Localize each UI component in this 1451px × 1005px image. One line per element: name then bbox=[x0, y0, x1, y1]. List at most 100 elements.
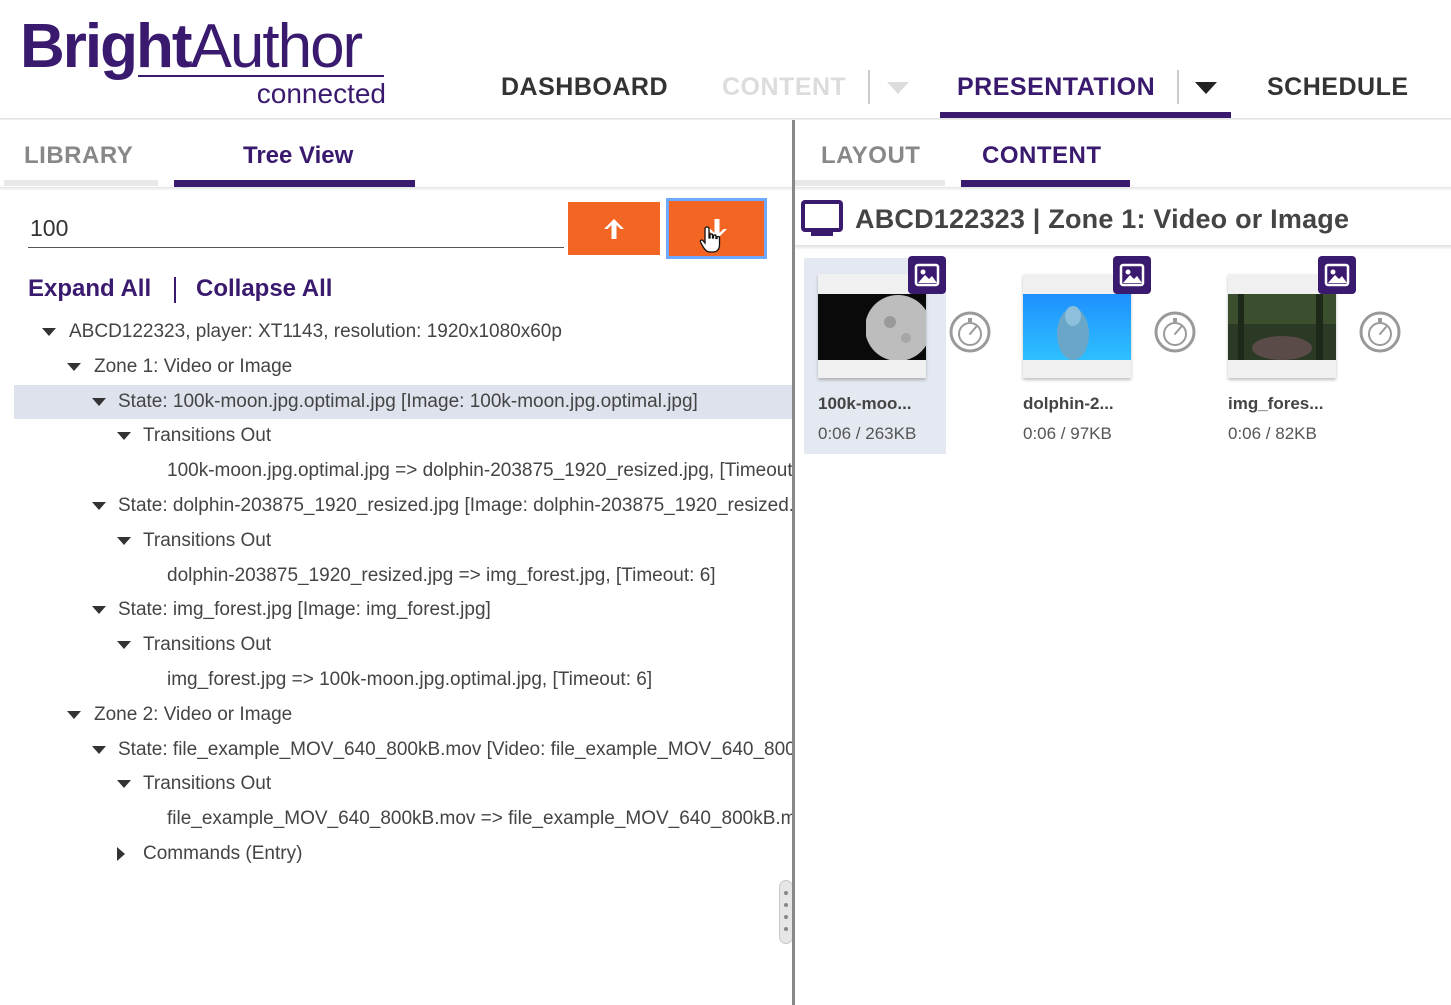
timer-icon[interactable] bbox=[1358, 310, 1402, 354]
tree-node[interactable]: Commands (Entry) bbox=[14, 837, 792, 871]
tree-node-label: dolphin-203875_1920_resized.jpg => img_f… bbox=[167, 565, 716, 586]
hand-cursor-icon bbox=[699, 226, 721, 253]
card-name: 100k-moo... bbox=[818, 394, 912, 413]
tree-node[interactable]: State: dolphin-203875_1920_resized.jpg [… bbox=[14, 489, 792, 523]
collapse-all-link[interactable]: Collapse All bbox=[196, 274, 332, 304]
nav-presentation-chevron-down-icon[interactable] bbox=[1195, 82, 1217, 94]
image-type-icon bbox=[1113, 256, 1151, 294]
caret-down-icon[interactable] bbox=[67, 711, 81, 719]
caret-down-icon[interactable] bbox=[117, 641, 131, 649]
nav-schedule[interactable]: SCHEDULE bbox=[1267, 70, 1409, 104]
tab-layout-underline bbox=[795, 180, 945, 186]
logo-subtitle: connected bbox=[256, 78, 386, 109]
link-divider bbox=[174, 277, 176, 303]
tab-content[interactable]: CONTENT bbox=[982, 141, 1102, 171]
caret-right-icon[interactable] bbox=[117, 847, 125, 861]
arrow-up-icon bbox=[604, 218, 624, 239]
tree-node[interactable]: Zone 2: Video or Image bbox=[14, 698, 792, 732]
zone-title: ABCD122323 | Zone 1: Video or Image bbox=[855, 204, 1350, 234]
tree-node-label: Transitions Out bbox=[143, 773, 272, 794]
card-name: dolphin-2... bbox=[1023, 394, 1114, 413]
nav-divider bbox=[1177, 70, 1179, 104]
tree-node[interactable]: Transitions Out bbox=[14, 767, 792, 801]
tab-content-underline bbox=[961, 180, 1130, 187]
content-card[interactable]: 100k-moo... 0:06 / 263KB bbox=[804, 256, 946, 454]
caret-down-icon[interactable] bbox=[92, 502, 106, 510]
card-meta: 0:06 / 82KB bbox=[1228, 424, 1317, 443]
logo-rule bbox=[138, 75, 384, 77]
thumbnail-image bbox=[1023, 294, 1131, 360]
tree-node-label: State: dolphin-203875_1920_resized.jpg [… bbox=[118, 495, 792, 516]
tree-node-label: 100k-moon.jpg.optimal.jpg => dolphin-203… bbox=[167, 460, 792, 481]
tabbar-shadow bbox=[0, 187, 792, 191]
logo-bright: Bright bbox=[20, 12, 193, 81]
monitor-icon bbox=[801, 200, 843, 236]
logo-author: Author bbox=[190, 12, 364, 81]
tree-node-label: Zone 2: Video or Image bbox=[94, 704, 293, 725]
zone-header: ABCD122323 | Zone 1: Video or Image bbox=[795, 193, 1451, 245]
thumbnail-image bbox=[818, 294, 931, 361]
tab-library[interactable]: LIBRARY bbox=[24, 141, 133, 171]
nav-presentation[interactable]: PRESENTATION bbox=[957, 70, 1155, 104]
caret-down-icon[interactable] bbox=[67, 363, 81, 371]
tree-node[interactable]: Transitions Out bbox=[14, 524, 792, 558]
tree-node-label: State: img_forest.jpg [Image: img_forest… bbox=[118, 599, 491, 620]
caret-down-icon[interactable] bbox=[117, 432, 131, 440]
caret-down-icon[interactable] bbox=[117, 537, 131, 545]
logo-wordmark: BrightAuthor bbox=[20, 12, 364, 81]
tree-node-label: State: file_example_MOV_640_800kB.mov [V… bbox=[118, 739, 792, 760]
tree-node[interactable]: img_forest.jpg => 100k-moon.jpg.optimal.… bbox=[14, 663, 792, 697]
thumbnail-image bbox=[1228, 294, 1336, 360]
nav-divider bbox=[868, 70, 870, 104]
tree-node[interactable]: dolphin-203875_1920_resized.jpg => img_f… bbox=[14, 559, 792, 593]
content-card[interactable]: dolphin-2... 0:06 / 97KB bbox=[1009, 256, 1151, 454]
tab-layout[interactable]: LAYOUT bbox=[821, 141, 920, 171]
tree-node-label: Transitions Out bbox=[143, 634, 272, 655]
image-type-icon bbox=[908, 256, 946, 294]
tree-node-label: State: 100k-moon.jpg.optimal.jpg [Image:… bbox=[118, 391, 698, 412]
zone-header-shadow bbox=[795, 245, 1451, 250]
move-down-button[interactable] bbox=[666, 198, 767, 259]
caret-down-icon[interactable] bbox=[42, 328, 56, 336]
tree-node-label: ABCD122323, player: XT1143, resolution: … bbox=[69, 321, 562, 342]
nav-content: CONTENT bbox=[722, 73, 847, 101]
brightauthor-logo[interactable]: BrightAuthor connected bbox=[20, 14, 390, 114]
tab-tree-view-underline bbox=[174, 180, 415, 187]
nav-dashboard[interactable]: DASHBOARD bbox=[501, 70, 668, 104]
tree-node[interactable]: Transitions Out bbox=[14, 628, 792, 662]
tree-node[interactable]: ABCD122323, player: XT1143, resolution: … bbox=[14, 315, 792, 349]
tree-node-label: Zone 1: Video or Image bbox=[94, 356, 293, 377]
expand-all-link[interactable]: Expand All bbox=[28, 274, 151, 304]
caret-down-icon[interactable] bbox=[92, 746, 106, 754]
card-meta: 0:06 / 97KB bbox=[1023, 424, 1112, 443]
tree-node-label: img_forest.jpg => 100k-moon.jpg.optimal.… bbox=[167, 669, 653, 690]
image-type-icon bbox=[1318, 256, 1356, 294]
timer-icon[interactable] bbox=[948, 310, 992, 354]
tree-node-label: Transitions Out bbox=[143, 425, 272, 446]
tree-node-label: file_example_MOV_640_800kB.mov => file_e… bbox=[167, 808, 792, 829]
tree-node-label: Transitions Out bbox=[143, 530, 272, 551]
search-input[interactable] bbox=[28, 210, 564, 248]
content-card[interactable]: img_fores... 0:06 / 82KB bbox=[1214, 256, 1356, 454]
left-panel: LIBRARY Tree View Expand All Collapse Al… bbox=[0, 120, 793, 1005]
timer-icon[interactable] bbox=[1153, 310, 1197, 354]
tab-tree-view[interactable]: Tree View bbox=[243, 141, 353, 171]
tree-node[interactable]: file_example_MOV_640_800kB.mov => file_e… bbox=[14, 802, 792, 836]
right-panel: LAYOUT CONTENT ABCD122323 | Zone 1: Vide… bbox=[795, 120, 1451, 1005]
caret-down-icon[interactable] bbox=[92, 606, 106, 614]
nav-content-chevron-down-icon bbox=[887, 82, 909, 94]
tree-node[interactable]: State: 100k-moon.jpg.optimal.jpg [Image:… bbox=[14, 385, 792, 419]
tree-node[interactable]: Zone 1: Video or Image bbox=[14, 350, 792, 384]
tab-library-underline bbox=[4, 180, 158, 186]
panel-resize-handle[interactable] bbox=[779, 880, 793, 944]
tree-node[interactable]: Transitions Out bbox=[14, 419, 792, 453]
card-name: img_fores... bbox=[1228, 394, 1324, 413]
tree-node[interactable]: State: img_forest.jpg [Image: img_forest… bbox=[14, 593, 792, 627]
app-header: BrightAuthor connected DASHBOARD CONTENT… bbox=[0, 0, 1451, 122]
tree-node[interactable]: State: file_example_MOV_640_800kB.mov [V… bbox=[14, 733, 792, 767]
tree-node-label: Commands (Entry) bbox=[143, 843, 303, 864]
tree-node[interactable]: 100k-moon.jpg.optimal.jpg => dolphin-203… bbox=[14, 454, 792, 488]
move-up-button[interactable] bbox=[568, 202, 660, 255]
caret-down-icon[interactable] bbox=[92, 398, 106, 406]
caret-down-icon[interactable] bbox=[117, 780, 131, 788]
